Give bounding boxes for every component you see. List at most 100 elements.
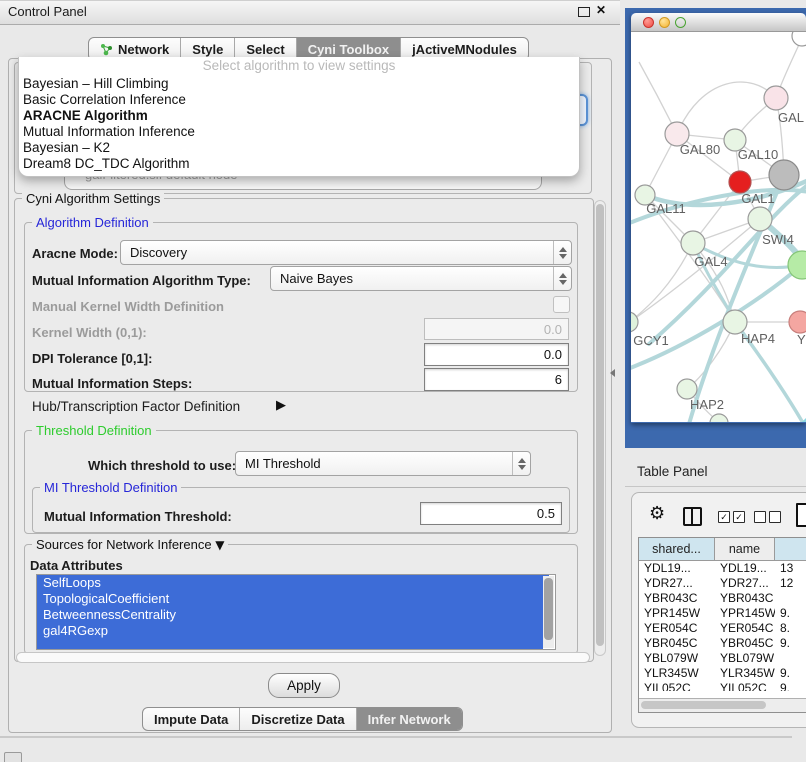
table-row[interactable]: YBR045CYBR045C9. <box>639 636 806 651</box>
kernel-width-label: Kernel Width (0,1): <box>32 325 147 340</box>
column-header-partial[interactable] <box>775 538 806 560</box>
node-gal1[interactable] <box>729 171 751 193</box>
tab-impute-data[interactable]: Impute Data <box>143 708 239 730</box>
splitpane-divider-grip[interactable] <box>610 369 615 377</box>
mi-type-label: Mutual Information Algorithm Type: <box>32 273 251 288</box>
dropdown-item-bayesian-k2[interactable]: Bayesian – K2 <box>19 140 579 156</box>
collapse-arrow-icon[interactable]: ▼ <box>215 538 224 552</box>
manual-kernel-label: Manual Kernel Width Definition <box>32 299 224 314</box>
aracne-mode-value: Discovery <box>121 245 553 260</box>
list-scrollbar[interactable] <box>543 576 554 648</box>
split-columns-icon[interactable] <box>683 507 702 526</box>
close-panel-icon[interactable]: ✕ <box>596 3 606 17</box>
column-header-shared[interactable]: shared... <box>639 538 715 560</box>
label-gal11: GAL11 <box>646 201 686 216</box>
mi-type-combo[interactable]: Naive Bayes <box>270 266 572 291</box>
list-item-selfloops[interactable]: SelfLoops <box>37 575 549 591</box>
combo-stepper-icon <box>553 267 571 290</box>
control-panel-title: Control Panel <box>8 4 87 19</box>
sources-title-text: Sources for Network Inference <box>36 537 212 552</box>
list-item-betweenness[interactable]: BetweennessCentrality <box>37 607 549 623</box>
network-window[interactable]: GAL GAL80 GAL10 GAL1 GAL11 SWI4 GAL4 GCY… <box>631 13 806 423</box>
close-window-icon[interactable] <box>643 17 654 28</box>
label-gal-partial: GAL <box>778 110 804 125</box>
data-attributes-list: SelfLoops TopologicalCoefficient Between… <box>36 574 556 650</box>
aracne-mode-combo[interactable]: Discovery <box>120 240 572 265</box>
column-header-name[interactable]: name <box>715 538 775 560</box>
tab-infer-network[interactable]: Infer Network <box>356 708 462 730</box>
table-horizontal-scrollbar[interactable] <box>639 698 806 712</box>
which-threshold-value: MI Threshold <box>236 456 512 471</box>
dpi-tolerance-field[interactable]: 0.0 <box>424 343 569 366</box>
table-row[interactable]: YBL079WYBL079W <box>639 651 806 666</box>
node-swi4[interactable] <box>748 207 772 231</box>
dropdown-placeholder: Select algorithm to view settings <box>19 57 579 76</box>
node-salmon[interactable] <box>789 311 806 333</box>
float-window-icon[interactable] <box>578 7 590 17</box>
minimize-window-icon[interactable] <box>659 17 670 28</box>
collapsed-panel-icon[interactable] <box>4 752 22 762</box>
dropdown-item-aracne[interactable]: ARACNE Algorithm <box>19 108 579 124</box>
network-canvas[interactable]: GAL GAL80 GAL10 GAL1 GAL11 SWI4 GAL4 GCY… <box>631 32 806 422</box>
data-attributes-label: Data Attributes <box>30 558 123 573</box>
node-gal4[interactable] <box>681 231 705 255</box>
list-item-partial[interactable] <box>37 639 543 649</box>
table-panel-box: ⚙ ✓✓ shared... name YDL19...YDL19...13 Y… <box>631 492 806 728</box>
which-threshold-combo[interactable]: MI Threshold <box>235 451 531 476</box>
settings-scrollbar-thumb[interactable] <box>596 204 604 646</box>
network-icon <box>100 43 113 56</box>
table-row[interactable]: YIL052CYIL052C9. <box>639 681 806 691</box>
table-row[interactable]: YLR345WYLR345W9. <box>639 666 806 681</box>
expander-arrow-icon[interactable]: ▶ <box>276 398 286 413</box>
apply-button[interactable]: Apply <box>268 673 340 698</box>
combo-stepper-icon <box>512 452 530 475</box>
mi-threshold-field[interactable]: 0.5 <box>420 502 562 525</box>
dropdown-item-dream8[interactable]: Dream8 DC_TDC Algorithm <box>19 156 579 172</box>
dropdown-item-mutual-information[interactable]: Mutual Information Inference <box>19 124 579 140</box>
dropdown-item-basic-correlation[interactable]: Basic Correlation Inference <box>19 92 579 108</box>
table-panel-title: Table Panel <box>637 464 708 479</box>
settings-horizontal-scrollbar[interactable] <box>16 652 590 663</box>
mi-steps-label: Mutual Information Steps: <box>32 376 192 391</box>
show-checked-columns-icon[interactable]: ✓✓ <box>718 511 745 523</box>
screen: Control Panel ✕ Network Style Select Cyn… <box>0 0 806 762</box>
zoom-window-icon[interactable] <box>675 17 686 28</box>
bottom-divider <box>0 736 792 738</box>
which-threshold-label: Which threshold to use: <box>88 458 236 473</box>
control-panel-titlebar: Control Panel ✕ <box>0 0 620 25</box>
list-scrollbar-thumb[interactable] <box>544 578 553 640</box>
node-gray[interactable] <box>769 160 799 190</box>
table-row[interactable]: YDL19...YDL19...13 <box>639 561 806 576</box>
label-y-partial: Y <box>797 332 806 347</box>
hub-expander-label[interactable]: Hub/Transcription Factor Definition <box>32 399 240 414</box>
node-partial-bottom[interactable] <box>710 414 728 422</box>
table-row[interactable]: YPR145WYPR145W9. <box>639 606 806 621</box>
network-window-titlebar[interactable] <box>631 13 806 32</box>
kernel-width-field[interactable]: 0.0 <box>424 318 569 340</box>
dropdown-item-bayesian-hill[interactable]: Bayesian – Hill Climbing <box>19 76 579 92</box>
new-table-icon[interactable] <box>796 503 806 527</box>
settings-scrollbar[interactable] <box>594 200 606 656</box>
node-partial-top[interactable] <box>792 32 806 46</box>
label-gal80: GAL80 <box>680 142 720 157</box>
table-row[interactable]: YER054CYER054C8. <box>639 621 806 636</box>
table-row[interactable]: YDR27...YDR27...12 <box>639 576 806 591</box>
mi-steps-field[interactable]: 6 <box>424 368 569 391</box>
table-scrollbar-thumb[interactable] <box>641 701 766 709</box>
label-hap4: HAP4 <box>741 331 775 346</box>
hide-columns-icon[interactable] <box>754 511 781 523</box>
node-gcy1[interactable] <box>631 312 638 332</box>
network-graph: GAL GAL80 GAL10 GAL1 GAL11 SWI4 GAL4 GCY… <box>631 32 806 422</box>
manual-kernel-checkbox[interactable] <box>553 296 570 313</box>
label-swi4: SWI4 <box>762 232 794 247</box>
algorithm-definition-title: Algorithm Definition <box>32 215 153 230</box>
table-settings-gear-icon[interactable]: ⚙ <box>649 505 665 523</box>
threshold-definition-title: Threshold Definition <box>32 423 156 438</box>
tab-discretize-data[interactable]: Discretize Data <box>239 708 355 730</box>
list-item-gal4rgexp[interactable]: gal4RGexp <box>37 623 549 639</box>
node-hap2[interactable] <box>677 379 697 399</box>
node-pink-top[interactable] <box>764 86 788 110</box>
list-item-topological[interactable]: TopologicalCoefficient <box>37 591 549 607</box>
mi-threshold-label: Mutual Information Threshold: <box>44 509 232 524</box>
table-row[interactable]: YBR043CYBR043C <box>639 591 806 606</box>
